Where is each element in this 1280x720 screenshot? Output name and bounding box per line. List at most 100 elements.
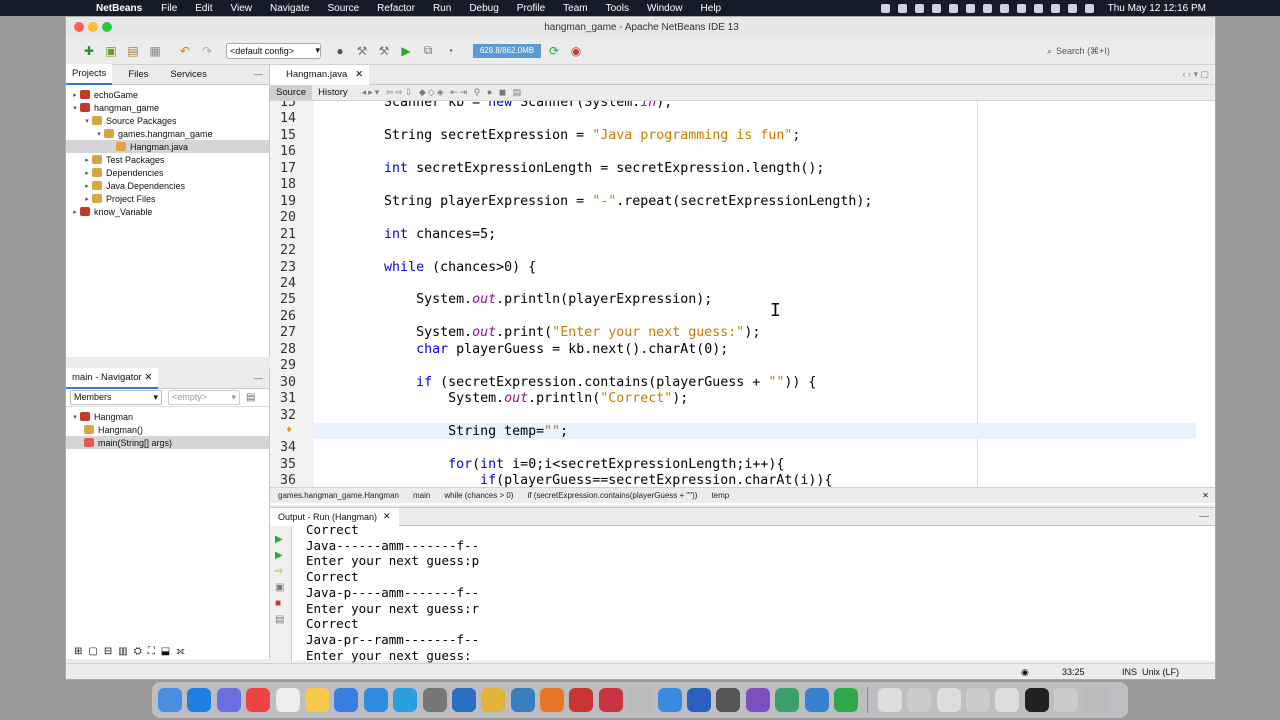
expand-icon[interactable]: ⟗ [176, 646, 185, 657]
app-menu[interactable]: NetBeans [96, 3, 142, 14]
menu-navigate[interactable]: Navigate [270, 3, 309, 14]
caret-position[interactable]: 33:25 [1062, 667, 1085, 677]
breadcrumb-method[interactable]: main [413, 491, 430, 500]
help-icon[interactable] [628, 688, 653, 712]
code-line[interactable]: System.out.print("Enter your next guess:… [320, 325, 760, 340]
tree-item[interactable]: ▸ Dependencies [66, 166, 269, 179]
stop-icon[interactable]: ■ [275, 596, 286, 612]
document-icon[interactable] [965, 688, 990, 712]
trash-icon[interactable] [1083, 688, 1108, 712]
expand-toggle-icon[interactable]: ▸ [82, 169, 92, 177]
tree-item[interactable]: ▾ games.hangman_game [66, 127, 269, 140]
tray-icon[interactable] [965, 3, 975, 13]
tab-hangman-java[interactable]: Hangman.java ✕ [270, 64, 370, 85]
rerun-icon[interactable]: ▶ [275, 532, 286, 548]
code-line[interactable]: System.out.println("Correct"); [320, 391, 688, 406]
empty-select[interactable]: <empty> ▾ [168, 390, 240, 405]
tray-icon[interactable] [948, 3, 958, 13]
menu-edit[interactable]: Edit [195, 3, 212, 14]
finder-icon[interactable] [158, 688, 182, 712]
new-project-icon[interactable]: ▣ [102, 42, 120, 60]
document-icon[interactable] [936, 688, 961, 712]
app-store-icon[interactable] [393, 688, 418, 712]
tray-icon[interactable] [1016, 3, 1026, 13]
code-line[interactable]: int secretExpressionLength = secretExpre… [320, 161, 824, 176]
code-line[interactable]: String playerExpression = "-".repeat(sec… [320, 194, 872, 209]
code-line[interactable]: String temp=""; [320, 424, 568, 439]
control-center-icon[interactable] [1084, 3, 1094, 13]
close-window-button[interactable] [74, 22, 84, 32]
tray-icon[interactable] [931, 3, 941, 13]
menu-tools[interactable]: Tools [606, 3, 629, 14]
menu-team[interactable]: Team [563, 3, 587, 14]
safari-icon[interactable] [187, 688, 212, 712]
tray-icon[interactable] [1033, 3, 1043, 13]
sort-icon[interactable]: ⛭ [134, 646, 142, 657]
app-icon[interactable] [716, 688, 741, 712]
tree-item[interactable]: ▸ echoGame [66, 88, 269, 101]
minimize-icon[interactable]: — [1199, 511, 1209, 522]
navigator-item[interactable]: Hangman() [66, 423, 269, 436]
calendar-icon[interactable] [246, 688, 271, 712]
chrome-icon[interactable] [481, 688, 506, 712]
tab-services[interactable]: Services [164, 65, 212, 84]
code-line[interactable]: System.out.println(playerExpression); [320, 292, 712, 307]
close-icon[interactable]: ✕ [383, 511, 391, 522]
tray-icon[interactable] [897, 3, 907, 13]
static-icon[interactable]: ⊟ [104, 646, 112, 657]
menu-window[interactable]: Window [647, 3, 683, 14]
expand-toggle-icon[interactable]: ▸ [82, 195, 92, 203]
document-icon[interactable] [877, 688, 902, 712]
tray-icon[interactable] [880, 3, 890, 13]
hint-bulb-icon[interactable]: ♦ [286, 425, 292, 436]
tab-history[interactable]: History [312, 85, 354, 100]
zoom-window-button[interactable] [102, 22, 112, 32]
wifi-icon[interactable] [1050, 3, 1060, 13]
tree-item[interactable]: ▾ hangman_game [66, 101, 269, 114]
tree-item[interactable]: ▸ Test Packages [66, 153, 269, 166]
filter-icon[interactable]: ▤ [246, 392, 255, 403]
gc-icon[interactable]: ⟳ [545, 42, 563, 60]
build-icon[interactable]: ⚒ [353, 42, 371, 60]
outlook-icon[interactable] [451, 688, 476, 712]
breadcrumb-while[interactable]: while (chances > 0) [444, 491, 513, 500]
members-select[interactable]: Members ▾ [70, 390, 162, 405]
undo-icon[interactable]: ↶ [176, 42, 194, 60]
menu-file[interactable]: File [161, 3, 177, 14]
line-endings[interactable]: Unix (LF) [1142, 667, 1179, 677]
menu-profile[interactable]: Profile [517, 3, 545, 14]
code-area[interactable]: 15 14 15 16 17 18 19 20 21 22 23 24 25 26 27 28 29 30 31 32… [270, 101, 1215, 487]
close-icon[interactable]: ✕ [355, 69, 363, 80]
expand-toggle-icon[interactable]: ▸ [82, 156, 92, 164]
menu-view[interactable]: View [231, 3, 253, 14]
run-icon[interactable]: ▶ [397, 42, 415, 60]
code-line[interactable]: while (chances>0) { [320, 260, 536, 275]
code-line[interactable]: char playerGuess = kb.next().charAt(0); [320, 342, 728, 357]
redo-icon[interactable]: ↷ [198, 42, 216, 60]
config-select[interactable]: <default config> ▾ [226, 42, 321, 59]
code-line[interactable]: String secretExpression = "Java programm… [320, 128, 800, 143]
close-icon[interactable]: ✕ [144, 372, 152, 383]
document-icon[interactable] [1054, 688, 1079, 712]
expand-toggle-icon[interactable]: ▸ [70, 208, 80, 216]
tray-icon[interactable] [914, 3, 924, 13]
keynote-icon[interactable] [363, 688, 388, 712]
app-icon[interactable] [510, 688, 535, 712]
output-console[interactable]: Correct Java------amm-------f-- Enter your… [306, 522, 479, 663]
acrobat-icon[interactable] [569, 688, 594, 712]
notifications-icon[interactable]: ◉ [1021, 667, 1029, 678]
code-line[interactable]: if (secretExpression.contains(playerGues… [320, 375, 816, 390]
fqn-icon[interactable]: ⛶ [148, 646, 155, 657]
code-line[interactable]: if(playerGuess==secretExpression.charAt(… [320, 473, 832, 487]
memory-indicator[interactable]: 628.8/862.0MB [473, 43, 541, 58]
document-icon[interactable] [995, 688, 1020, 712]
tree-item[interactable]: ▾ Source Packages [66, 114, 269, 127]
tab-nav-icons[interactable]: ‹ › ▾ ▢ [1182, 69, 1209, 80]
close-icon[interactable]: ✕ [1202, 491, 1209, 500]
expand-toggle-icon[interactable]: ▾ [70, 104, 80, 112]
expand-toggle-icon[interactable]: ▾ [82, 117, 92, 125]
menu-refactor[interactable]: Refactor [377, 3, 415, 14]
profile-icon[interactable]: ◔ [441, 42, 459, 60]
ide-search[interactable]: ⌕ Search (⌘+I) [1047, 43, 1187, 59]
breadcrumb-temp[interactable]: temp [711, 491, 729, 500]
